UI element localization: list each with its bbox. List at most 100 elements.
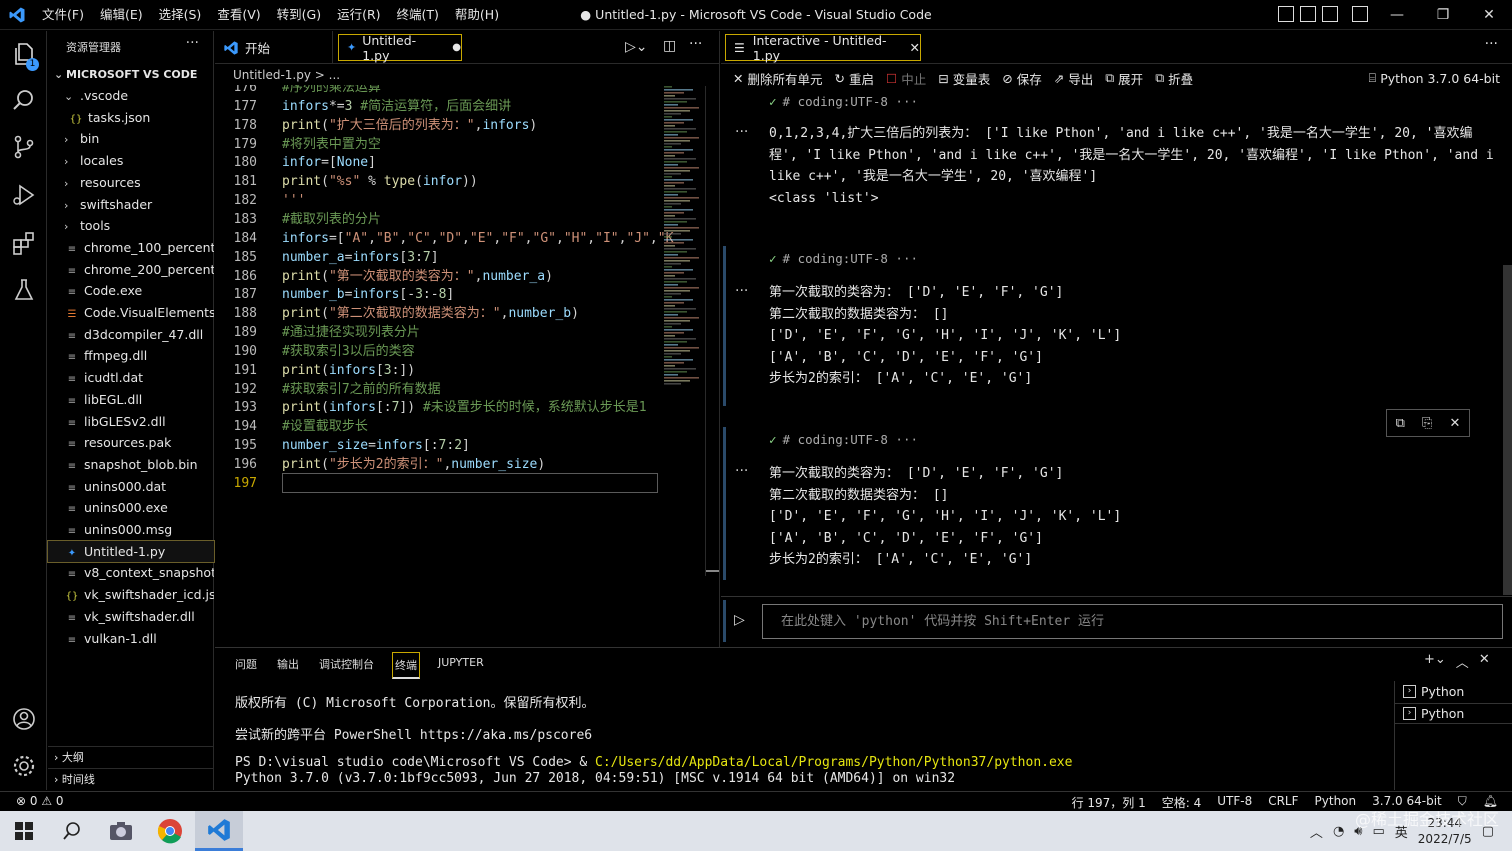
tree-folder[interactable]: ⌄ .vscode: [48, 85, 214, 106]
code-line[interactable]: 185 number_a=infors[3:7]: [215, 249, 705, 268]
tree-file[interactable]: ≡ libEGL.dll: [48, 389, 214, 410]
save-button[interactable]: ⊘ 保存: [1002, 69, 1042, 88]
tree-file[interactable]: ≡ snapshot_blob.bin: [48, 454, 214, 475]
close-tab-icon[interactable]: ✕: [910, 40, 920, 55]
code-line[interactable]: 178 print("扩大三倍后的列表为：",infors): [215, 117, 705, 136]
indentation[interactable]: 空格: 4: [1162, 794, 1202, 811]
cell-header[interactable]: ✓ # coding:UTF-8 ···: [769, 94, 918, 109]
tree-folder[interactable]: › tools: [48, 215, 214, 236]
cell-more-icon[interactable]: ···: [735, 124, 748, 140]
code-line[interactable]: 179 #将列表中置为空: [215, 136, 705, 155]
tree-file[interactable]: {} vk_swiftshader_icd.json: [48, 584, 214, 605]
interactive-cell[interactable]: ✓ # coding:UTF-8 ··· ··· 第一次截取的类容为： ['D',…: [721, 427, 1504, 582]
menu-file[interactable]: 文件(F): [34, 0, 92, 30]
code-line[interactable]: 187 number_b=infors[-3:-8]: [215, 286, 705, 305]
tree-file[interactable]: ≡ v8_context_snapshot....: [48, 562, 214, 583]
run-debug-activity[interactable]: [0, 172, 47, 218]
code-line[interactable]: 189 #通过捷径实现列表分片: [215, 324, 705, 343]
code-line[interactable]: 194 #设置截取步长: [215, 418, 705, 437]
new-terminal-icon[interactable]: +⌄: [1424, 652, 1446, 671]
taskbar-vscode[interactable]: [195, 811, 243, 851]
clear-all-button[interactable]: ✕ 删除所有单元: [733, 69, 823, 88]
code-line[interactable]: 191 print(infors[3:]): [215, 362, 705, 381]
collapse-button[interactable]: ⧉ 折叠: [1155, 69, 1193, 88]
customize-layout-icon[interactable]: [1352, 6, 1368, 22]
problems-status[interactable]: ⊗ 0 ⚠ 0: [16, 794, 64, 808]
tree-file[interactable]: ≡ unins000.msg: [48, 519, 214, 540]
code-line[interactable]: 188 print("第二次截取的数据类容为：",number_b): [215, 305, 705, 324]
maximize-panel-icon[interactable]: ︿: [1456, 652, 1469, 671]
taskbar-chrome[interactable]: [146, 811, 194, 851]
tab-jupyter[interactable]: JUPYTER: [436, 652, 486, 679]
minimize-button[interactable]: —: [1374, 0, 1420, 30]
tree-folder[interactable]: › resources: [48, 172, 214, 193]
code-line[interactable]: 196 print("步长为2的索引：",number_size): [215, 456, 705, 475]
export-button[interactable]: ⇗ 导出: [1054, 69, 1094, 88]
code-line[interactable]: 181 print("%s" % type(infor)): [215, 173, 705, 192]
workspace-root[interactable]: ⌄ MICROSOFT VS CODE: [48, 64, 214, 85]
variables-button[interactable]: ⊟ 变量表: [938, 69, 990, 88]
menu-terminal[interactable]: 终端(T): [389, 0, 447, 30]
tree-folder[interactable]: › bin: [48, 128, 214, 149]
cell-header[interactable]: ✓ # coding:UTF-8 ···: [769, 432, 918, 447]
editor-more-icon[interactable]: ···: [689, 36, 702, 52]
code-editor[interactable]: 176 #序列的乘法运算 177 infors*=3 #简洁运算符，后面会细讲 178 p…: [215, 85, 705, 575]
tree-file[interactable]: ≡ vulkan-1.dll: [48, 628, 214, 649]
code-line[interactable]: 195 number_size=infors[:7:2]: [215, 437, 705, 456]
cell-more-icon[interactable]: ···: [735, 463, 748, 479]
tree-file[interactable]: ≡ chrome_200_percent....: [48, 259, 214, 280]
cursor-position[interactable]: 行 197，列 1: [1072, 794, 1146, 811]
code-line[interactable]: 182 ''': [215, 192, 705, 211]
chevron-up-icon[interactable]: ︿: [1310, 822, 1323, 841]
timeline-section[interactable]: › 时间线: [48, 768, 214, 789]
restart-button[interactable]: ↻ 重启: [835, 69, 875, 88]
explorer-activity[interactable]: 1: [0, 31, 47, 77]
editor-scrollbar[interactable]: [705, 86, 720, 576]
cell-more-icon[interactable]: ···: [735, 283, 748, 299]
accounts-activity[interactable]: [0, 696, 47, 742]
menu-view[interactable]: 查看(V): [209, 0, 268, 30]
cell-header[interactable]: ✓ # coding:UTF-8 ···: [769, 251, 918, 266]
interactive-scrollbar[interactable]: [1503, 265, 1512, 595]
manage-activity[interactable]: [0, 743, 47, 789]
code-line[interactable]: 177 infors*=3 #简洁运算符，后面会细讲: [215, 98, 705, 117]
interactive-cell[interactable]: ✓ # coding:UTF-8 ··· ··· 第一次截取的类容为： ['D',…: [721, 246, 1504, 416]
menu-help[interactable]: 帮助(H): [447, 0, 507, 30]
code-line[interactable]: 184 infors=["A","B","C","D","E","F","G","…: [215, 230, 705, 249]
tree-file[interactable]: ≡ unins000.dat: [48, 476, 214, 497]
menu-edit[interactable]: 编辑(E): [92, 0, 151, 30]
code-line[interactable]: 192 #获取索引7之前的所有数据: [215, 381, 705, 400]
tree-folder[interactable]: › swiftshader: [48, 194, 214, 215]
toggle-sidebar-icon[interactable]: [1278, 6, 1294, 22]
close-panel-icon[interactable]: ✕: [1479, 652, 1490, 671]
tree-file[interactable]: ≡ resources.pak: [48, 432, 214, 453]
tab-terminal[interactable]: 终端: [392, 652, 420, 679]
menu-selection[interactable]: 选择(S): [151, 0, 210, 30]
line-ending[interactable]: CRLF: [1268, 794, 1298, 811]
code-line[interactable]: 193 print(infors[:7]) #未设置步长的时候，系统默认步长是1: [215, 399, 705, 418]
code-line[interactable]: 190 #获取索引3以后的类容: [215, 343, 705, 362]
minimap[interactable]: [662, 86, 706, 386]
code-line[interactable]: 180 infor=[None]: [215, 154, 705, 173]
tab-welcome[interactable]: 开始: [215, 31, 333, 64]
toggle-secondary-sidebar-icon[interactable]: [1322, 6, 1338, 22]
more-actions-icon[interactable]: ···: [186, 35, 199, 51]
tree-file[interactable]: ≡ icudtl.dat: [48, 367, 214, 388]
tree-file[interactable]: ≡ Code.exe: [48, 280, 214, 301]
tree-file[interactable]: {} tasks.json: [48, 107, 214, 128]
breadcrumb[interactable]: Untitled-1.py > ...: [215, 65, 719, 85]
maximize-button[interactable]: ❐: [1420, 0, 1466, 30]
python-input[interactable]: 在此处键入 'python' 代码并按 Shift+Enter 运行: [762, 604, 1503, 639]
interrupt-button[interactable]: ☐ 中止: [886, 69, 926, 88]
interactive-cell[interactable]: ✓ # coding:UTF-8 ··· ··· 0,1,2,3,4,扩大三倍后的…: [721, 92, 1504, 232]
taskbar-search[interactable]: [48, 811, 96, 851]
language-mode[interactable]: Python: [1315, 794, 1357, 811]
start-button[interactable]: [0, 811, 48, 851]
wifi-icon[interactable]: ◔: [1333, 824, 1344, 839]
close-window-button[interactable]: ✕: [1466, 0, 1512, 30]
tab-interactive[interactable]: ☰ Interactive - Untitled-1.py ✕: [725, 33, 921, 63]
tree-file[interactable]: ≡ unins000.exe: [48, 497, 214, 518]
tab-output[interactable]: 输出: [275, 652, 301, 679]
tree-file[interactable]: ≡ chrome_100_percent....: [48, 237, 214, 258]
tree-file[interactable]: ≡ ffmpeg.dll: [48, 345, 214, 366]
